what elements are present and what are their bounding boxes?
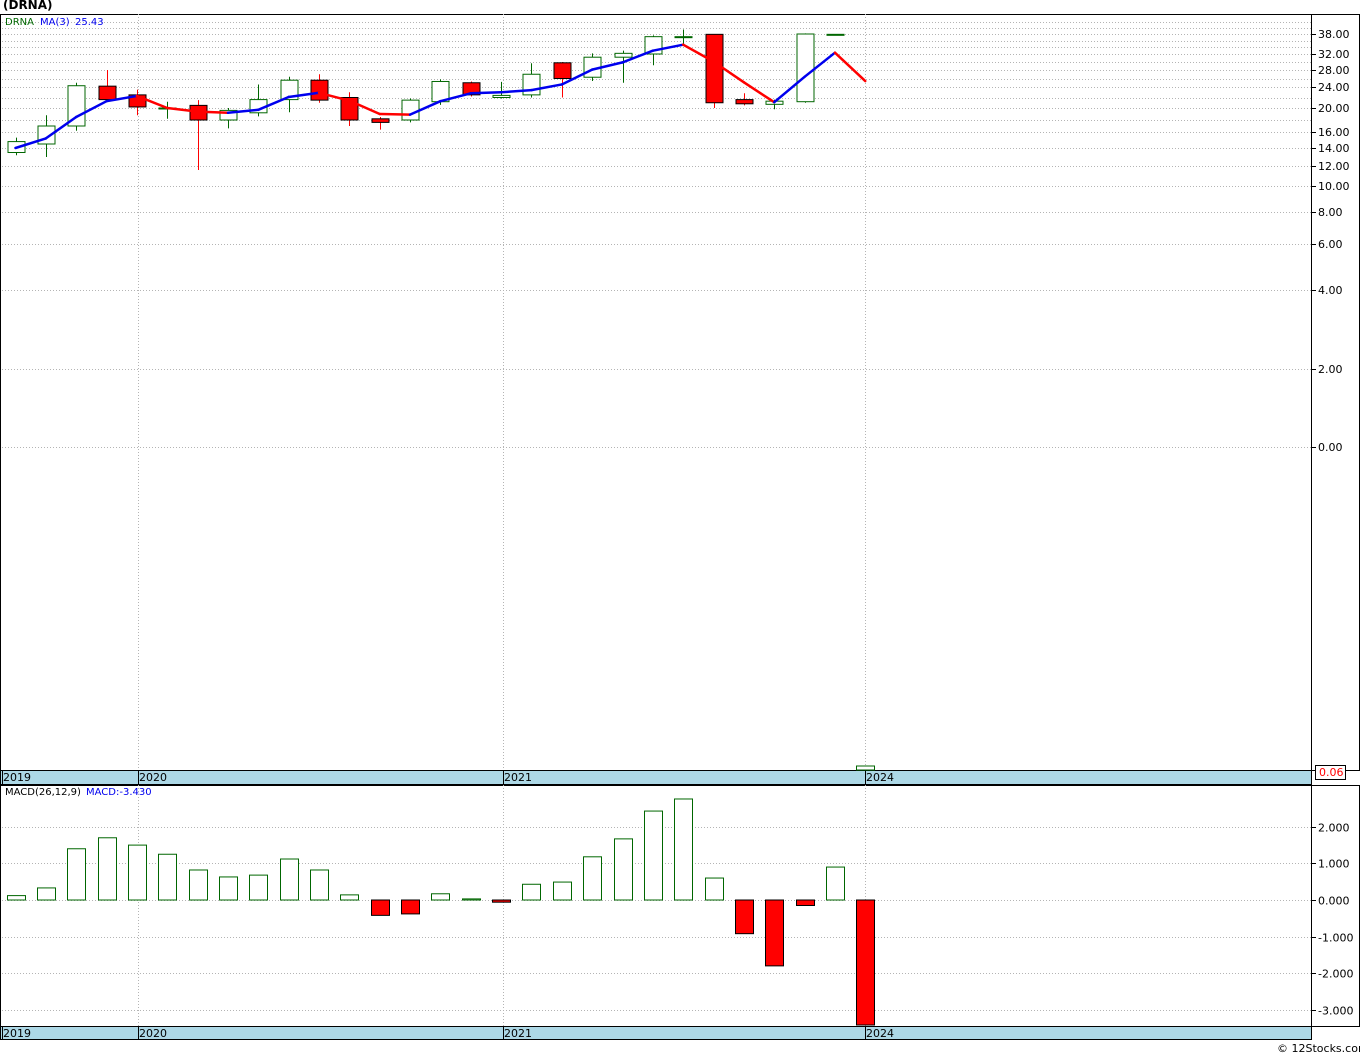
price-y-tick-label: 28.00 — [1318, 64, 1350, 77]
ma-segment — [378, 112, 412, 116]
price-y-tick-label: 16.00 — [1318, 126, 1350, 139]
macd-bar — [310, 869, 329, 901]
x-tick-label: 2020 — [139, 1027, 167, 1040]
ma-segment — [196, 110, 230, 115]
macd-bar — [462, 898, 481, 901]
price-y-tick-label: 38.00 — [1318, 28, 1350, 41]
macd-bar — [796, 899, 815, 906]
candle-body — [553, 62, 572, 79]
x-tick-label: 2019 — [3, 771, 31, 784]
macd-bar — [765, 899, 784, 967]
macd-bar — [401, 899, 420, 915]
x-tick-label: 2021 — [504, 771, 532, 784]
candle-body — [705, 33, 724, 104]
macd-y-tick-label: -3.000 — [1318, 1005, 1353, 1018]
macd-bar — [522, 883, 541, 901]
candle-body — [796, 33, 815, 103]
price-panel-frame — [0, 14, 1360, 771]
x-tick-label: 2019 — [3, 1027, 31, 1040]
stock-chart: (DRNA) 38.00 32.00 28.00 24.00 20.00 16.00 14.… — [0, 0, 1360, 1056]
ma-segment — [469, 91, 503, 95]
macd-bar — [98, 837, 117, 901]
price-y-tick-label: 10.00 — [1318, 180, 1350, 193]
candle-body — [735, 99, 754, 105]
candle-body — [310, 79, 329, 101]
macd-bar — [67, 848, 86, 901]
macd-bar — [735, 899, 754, 935]
macd-bar — [219, 876, 238, 901]
macd-bar — [705, 877, 724, 901]
macd-bar — [189, 869, 208, 901]
macd-bar — [280, 858, 299, 901]
candle-body — [98, 85, 117, 101]
macd-y-tick-label: 2.000 — [1318, 822, 1350, 835]
date-band-2 — [0, 1026, 1312, 1040]
watermark: © 12Stocks.com — [1277, 1042, 1360, 1055]
price-y-tick-label: 2.00 — [1318, 363, 1343, 376]
macd-y-tick-label: -2.000 — [1318, 968, 1353, 981]
macd-bar — [431, 893, 450, 901]
macd-legend-label: MACD(26,12,9) — [5, 787, 81, 798]
macd-bar — [674, 798, 693, 901]
x-tick-label: 2021 — [504, 1027, 532, 1040]
date-band-1 — [0, 770, 1312, 785]
macd-bar — [340, 894, 359, 901]
macd-bar — [644, 810, 663, 901]
legend-ma-label: MA(3) — [40, 17, 70, 28]
price-y-tick-label: 14.00 — [1318, 142, 1350, 155]
candle-body — [614, 52, 633, 58]
macd-bar — [158, 853, 177, 901]
last-value-label: 0.06 — [1319, 766, 1344, 779]
candle-body — [674, 36, 693, 39]
candle-body — [401, 99, 420, 121]
price-y-tick-label: 8.00 — [1318, 206, 1343, 219]
macd-bar — [826, 866, 845, 901]
macd-y-tick-label: -1.000 — [1318, 932, 1353, 945]
chart-canvas: 38.00 32.00 28.00 24.00 20.00 16.00 14.00 12.00… — [0, 14, 1360, 1055]
x-tick-label: 2024 — [866, 1027, 894, 1040]
x-tick-label: 2024 — [866, 771, 894, 784]
last-price-bar — [856, 765, 875, 771]
price-y-tick-label: 6.00 — [1318, 238, 1343, 251]
macd-bar — [614, 838, 633, 901]
price-y-tick-label: 12.00 — [1318, 160, 1350, 173]
macd-bar — [128, 844, 147, 901]
macd-bar — [583, 856, 602, 901]
macd-bar — [249, 874, 268, 901]
macd-bar — [856, 899, 875, 1026]
macd-bar — [553, 881, 572, 901]
candle-body — [826, 33, 845, 36]
macd-y-tick-label: 1.000 — [1318, 858, 1350, 871]
price-y-tick-label: 32.00 — [1318, 48, 1350, 61]
macd-bar — [371, 899, 390, 916]
macd-legend-value: MACD:-3.430 — [86, 787, 152, 798]
price-y-tick-label: 20.00 — [1318, 102, 1350, 115]
price-y-tick-label: 4.00 — [1318, 284, 1343, 297]
candle-body — [492, 94, 511, 99]
x-tick-label: 2020 — [139, 771, 167, 784]
macd-bar — [37, 887, 56, 901]
macd-bar — [492, 899, 511, 903]
price-y-tick-label: 0.00 — [1318, 441, 1343, 454]
legend-symbol: DRNA — [5, 17, 34, 28]
candle-body — [371, 118, 390, 123]
macd-bar — [7, 895, 26, 901]
macd-y-tick-label: 0.000 — [1318, 895, 1350, 908]
price-y-tick-label: 24.00 — [1318, 81, 1350, 94]
legend-ma-value: 25.43 — [75, 17, 104, 28]
